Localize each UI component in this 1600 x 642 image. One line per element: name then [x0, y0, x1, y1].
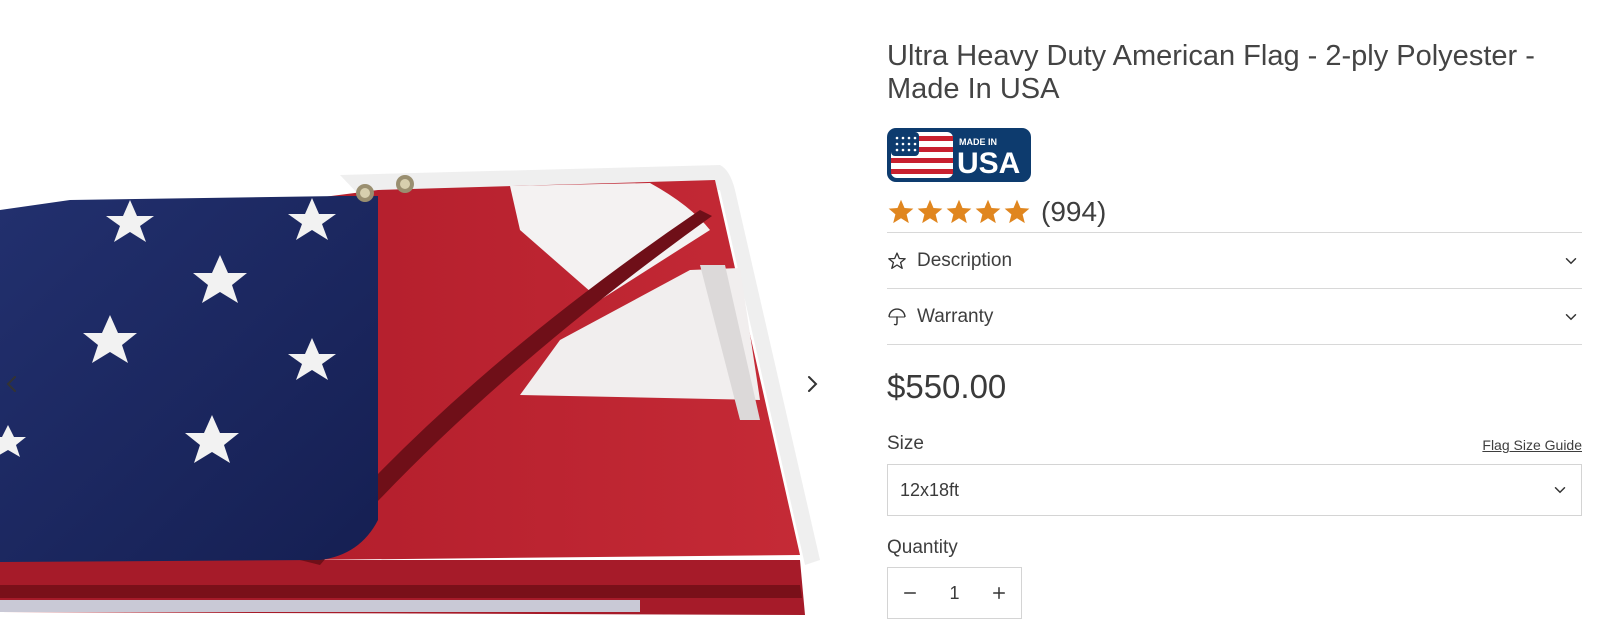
product-price: $550.00	[887, 368, 1007, 405]
quantity-increase-button[interactable]	[977, 568, 1021, 618]
accordion-description[interactable]: Description	[887, 232, 1582, 288]
quantity-stepper: 1	[887, 567, 1022, 619]
badge-main-text: USA	[957, 147, 1020, 180]
product-title: Ultra Heavy Duty American Flag - 2-ply P…	[887, 40, 1535, 105]
size-selected-value: 12x18ft	[900, 479, 960, 500]
product-image	[0, 165, 820, 615]
star-icon	[975, 199, 1001, 224]
star-icon	[1004, 199, 1030, 224]
flag-size-guide-link[interactable]: Flag Size Guide	[1482, 437, 1582, 453]
rating-stars	[887, 198, 1031, 226]
gallery-next-button[interactable]	[800, 372, 824, 396]
star-icon	[888, 199, 914, 224]
product-rating[interactable]: (994)	[887, 195, 1106, 229]
product-info: Ultra Heavy Duty American Flag - 2-ply P…	[887, 40, 1582, 619]
accordion-label: Warranty	[917, 305, 994, 327]
accordion-warranty[interactable]: Warranty	[887, 288, 1582, 345]
gallery-prev-button[interactable]	[0, 372, 24, 396]
made-in-usa-badge: MADE IN USA	[887, 128, 1031, 182]
umbrella-icon	[888, 307, 906, 325]
product-image-gallery	[0, 0, 836, 642]
plus-icon	[992, 587, 1005, 599]
accordion-label: Description	[917, 249, 1013, 271]
minus-icon	[904, 592, 916, 594]
quantity-input[interactable]: 1	[949, 583, 959, 604]
badge-top-text: MADE IN	[959, 137, 997, 147]
review-count: (994)	[1041, 196, 1107, 227]
size-select[interactable]: 12x18ft	[887, 464, 1582, 516]
chevron-left-icon	[6, 376, 16, 392]
chevron-down-icon	[1565, 313, 1577, 320]
chevron-down-icon	[1565, 257, 1577, 264]
size-label: Size	[887, 433, 924, 454]
quantity-label: Quantity	[887, 537, 958, 558]
chevron-down-icon	[1554, 487, 1566, 494]
chevron-right-icon	[808, 376, 818, 392]
star-icon	[917, 199, 943, 224]
quantity-decrease-button[interactable]	[888, 568, 932, 618]
star-icon	[946, 199, 972, 224]
star-outline-icon	[888, 251, 906, 269]
